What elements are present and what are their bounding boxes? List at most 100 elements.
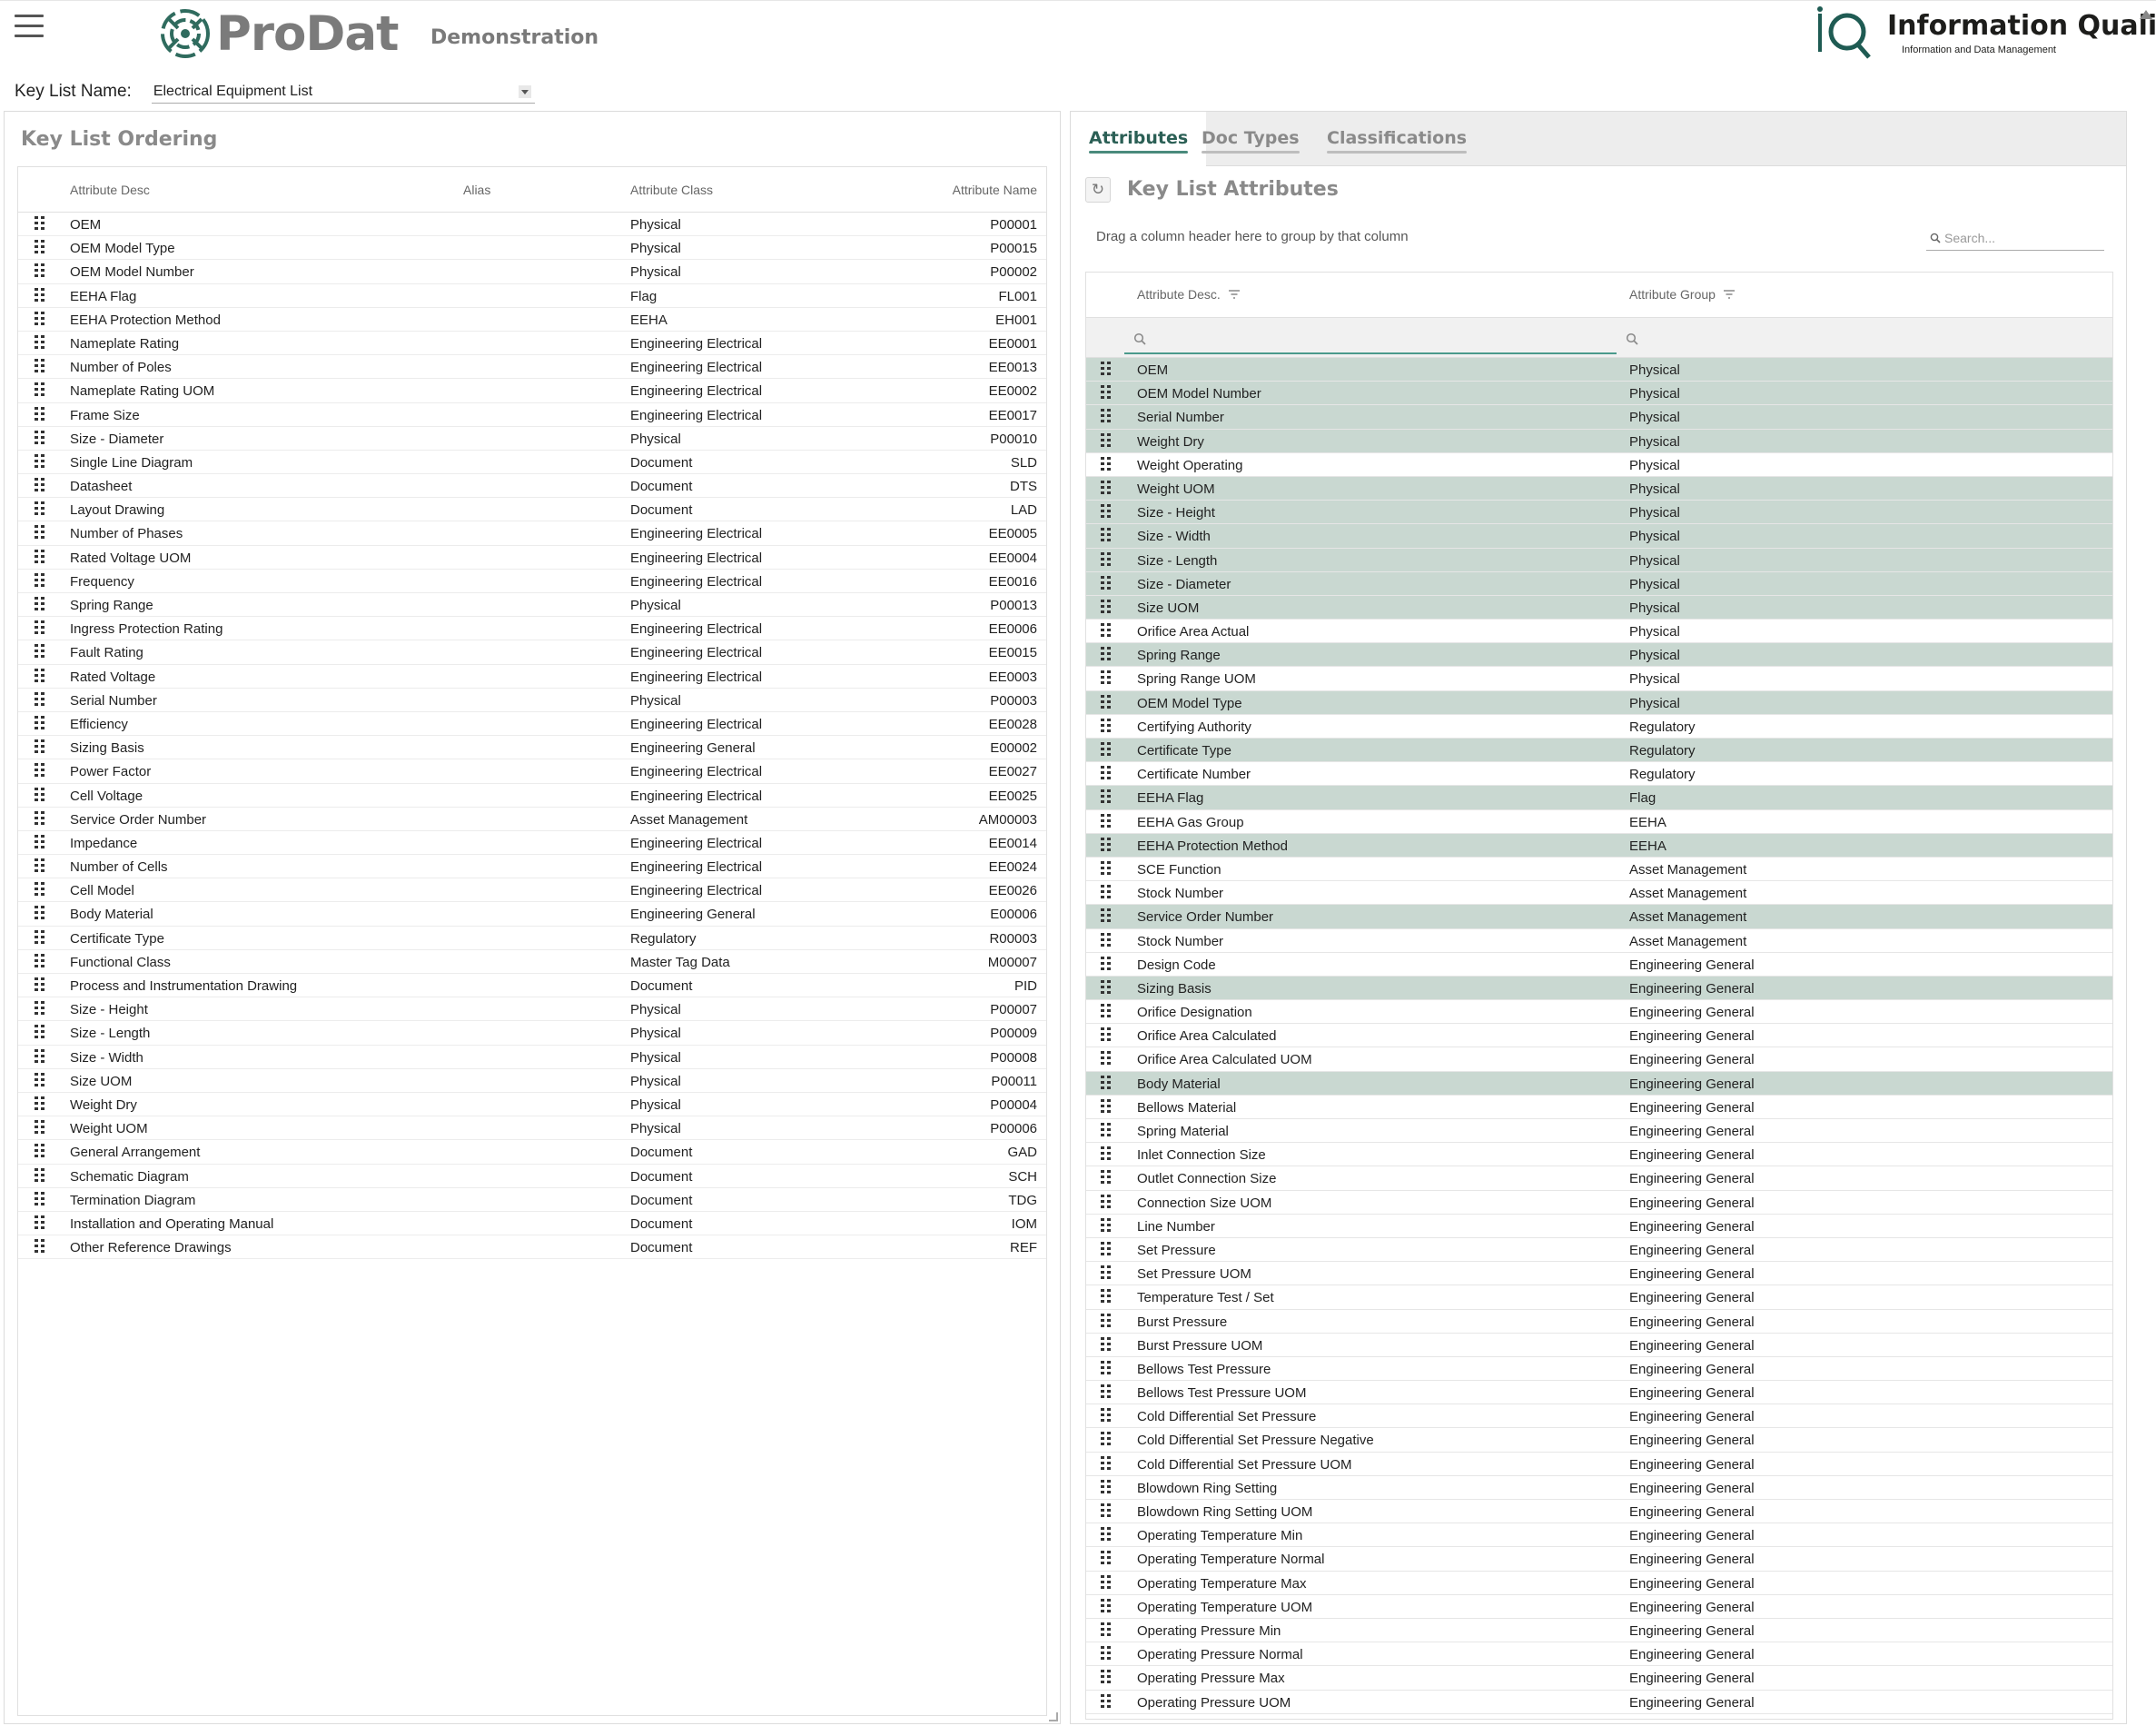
table-row[interactable]: Service Order Number Asset Management	[1086, 905, 2112, 929]
drag-handle-icon[interactable]	[35, 406, 45, 422]
drag-handle-icon[interactable]	[1101, 1265, 1112, 1280]
table-row[interactable]: Weight UOM Physical P00006	[18, 1116, 1046, 1141]
table-row[interactable]: EEHA Flag Flag FL001	[18, 284, 1046, 308]
drag-handle-icon[interactable]	[1101, 432, 1112, 448]
drag-handle-icon[interactable]	[35, 263, 45, 278]
table-row[interactable]: OEM Physical	[1086, 358, 2112, 382]
drag-handle-icon[interactable]	[1101, 551, 1112, 567]
table-row[interactable]: Spring Range UOM Physical	[1086, 667, 2112, 691]
attribute-group-filter-input[interactable]	[1617, 323, 2107, 354]
table-row[interactable]: Certificate Type Regulatory R00003	[18, 927, 1046, 950]
table-row[interactable]: OEM Model Type Physical	[1086, 690, 2112, 715]
drag-handle-icon[interactable]	[1101, 860, 1112, 876]
drag-handle-icon[interactable]	[35, 691, 45, 707]
table-row[interactable]: Design Code Engineering General	[1086, 953, 2112, 977]
table-row[interactable]: Operating Temperature Max Engineering Gen…	[1086, 1572, 2112, 1595]
drag-handle-icon[interactable]	[1101, 1598, 1112, 1613]
drag-handle-icon[interactable]	[35, 1048, 45, 1064]
table-row[interactable]: Operating Pressure Min Engineering Genera…	[1086, 1619, 2112, 1643]
drag-handle-icon[interactable]	[35, 882, 45, 897]
drag-handle-icon[interactable]	[35, 311, 45, 326]
table-row[interactable]: Connection Size UOM Engineering General	[1086, 1191, 2112, 1215]
drag-handle-icon[interactable]	[35, 1001, 45, 1016]
drag-handle-icon[interactable]	[1101, 1408, 1112, 1423]
column-header-attribute-group[interactable]: Attribute Group	[1629, 287, 1736, 302]
table-row[interactable]: Process and Instrumentation Drawing Docum…	[18, 974, 1046, 998]
table-row[interactable]: Power Factor Engineering Electrical EE0027	[18, 759, 1046, 784]
table-row[interactable]: Nameplate Rating UOM Engineering Electric…	[18, 379, 1046, 403]
tab-doc-types[interactable]: Doc Types	[1183, 112, 1318, 166]
drag-handle-icon[interactable]	[35, 216, 45, 231]
drag-handle-icon[interactable]	[1101, 385, 1112, 400]
drag-handle-icon[interactable]	[1101, 694, 1112, 709]
table-row[interactable]: Rated Voltage UOM Engineering Electrical E…	[18, 546, 1046, 570]
drag-handle-icon[interactable]	[35, 572, 45, 588]
table-row[interactable]: Orifice Area Calculated UOM Engineering G…	[1086, 1047, 2112, 1072]
drag-handle-icon[interactable]	[1101, 932, 1112, 947]
drag-handle-icon[interactable]	[1101, 813, 1112, 828]
table-row[interactable]: Temperature Test / Set Engineering Genera…	[1086, 1285, 2112, 1310]
drag-handle-icon[interactable]	[1101, 1075, 1112, 1090]
table-row[interactable]: Size - Diameter Physical P00010	[18, 427, 1046, 451]
table-row[interactable]: Size - Height Physical	[1086, 501, 2112, 525]
table-row[interactable]: Spring Material Engineering General	[1086, 1119, 2112, 1144]
drag-handle-icon[interactable]	[1101, 528, 1112, 542]
drag-handle-icon[interactable]	[1101, 623, 1112, 638]
table-row[interactable]: Weight UOM Physical	[1086, 476, 2112, 501]
table-row[interactable]: Size - Diameter Physical	[1086, 571, 2112, 596]
table-row[interactable]: Set Pressure Engineering General	[1086, 1238, 2112, 1263]
table-row[interactable]: Operating Pressure Normal Engineering Gen…	[1086, 1642, 2112, 1667]
drag-handle-icon[interactable]	[1101, 1432, 1112, 1446]
drag-handle-icon[interactable]	[35, 287, 45, 303]
filter-icon[interactable]	[1228, 289, 1241, 300]
table-row[interactable]: EEHA Protection Method EEHA EH001	[18, 308, 1046, 332]
table-row[interactable]: Sizing Basis Engineering General E00002	[18, 736, 1046, 760]
table-row[interactable]: Operating Temperature Normal Engineering …	[1086, 1547, 2112, 1572]
table-row[interactable]: Weight Dry Physical	[1086, 429, 2112, 453]
drag-handle-icon[interactable]	[1101, 1336, 1112, 1352]
table-row[interactable]: Line Number Engineering General	[1086, 1215, 2112, 1238]
prodat-logo[interactable]: ProDat	[158, 5, 399, 63]
table-row[interactable]: EEHA Gas Group EEHA	[1086, 810, 2112, 834]
drag-handle-icon[interactable]	[35, 715, 45, 730]
drag-handle-icon[interactable]	[35, 1120, 45, 1135]
table-row[interactable]: Set Pressure UOM Engineering General	[1086, 1262, 2112, 1286]
table-row[interactable]: Rated Voltage Engineering Electrical EE000…	[18, 665, 1046, 689]
drag-handle-icon[interactable]	[1101, 979, 1112, 995]
drag-handle-icon[interactable]	[1101, 742, 1112, 757]
column-header-alias[interactable]: Alias	[463, 183, 490, 197]
table-row[interactable]: Schematic Diagram Document SCH	[18, 1165, 1046, 1188]
table-row[interactable]: Frame Size Engineering Electrical EE0017	[18, 403, 1046, 427]
drag-handle-icon[interactable]	[1101, 885, 1112, 899]
table-row[interactable]: Operating Temperature UOM Engineering Gen…	[1086, 1595, 2112, 1619]
drag-handle-icon[interactable]	[1101, 956, 1112, 971]
drag-handle-icon[interactable]	[1101, 1670, 1112, 1684]
table-row[interactable]: Size - Length Physical	[1086, 548, 2112, 572]
table-row[interactable]: Number of Phases Engineering Electrical EE…	[18, 521, 1046, 546]
table-row[interactable]: Ingress Protection Rating Engineering Ele…	[18, 617, 1046, 641]
drag-handle-icon[interactable]	[1101, 1004, 1112, 1018]
drag-handle-icon[interactable]	[35, 501, 45, 516]
table-row[interactable]: General Arrangement Document GAD	[18, 1140, 1046, 1165]
table-row[interactable]: Size - Width Physical	[1086, 524, 2112, 549]
drag-handle-icon[interactable]	[1101, 670, 1112, 685]
table-row[interactable]: Impedance Engineering Electrical EE0014	[18, 831, 1046, 856]
drag-handle-icon[interactable]	[35, 1215, 45, 1230]
table-row[interactable]: Cell Voltage Engineering Electrical EE0025	[18, 784, 1046, 808]
drag-handle-icon[interactable]	[35, 359, 45, 373]
drag-handle-icon[interactable]	[35, 525, 45, 540]
table-row[interactable]: Stock Number Asset Management	[1086, 881, 2112, 906]
table-row[interactable]: Size - Height Physical P00007	[18, 997, 1046, 1022]
drag-handle-icon[interactable]	[35, 453, 45, 469]
drag-handle-icon[interactable]	[35, 478, 45, 492]
drag-handle-icon[interactable]	[35, 1191, 45, 1206]
table-row[interactable]: Termination Diagram Document TDG	[18, 1188, 1046, 1212]
table-row[interactable]: Nameplate Rating Engineering Electrical EE…	[18, 332, 1046, 356]
table-row[interactable]: Cold Differential Set Pressure Negative E…	[1086, 1428, 2112, 1453]
table-row[interactable]: Blowdown Ring Setting UOM Engineering Gen…	[1086, 1500, 2112, 1524]
table-row[interactable]: Cold Differential Set Pressure Engineerin…	[1086, 1404, 2112, 1429]
column-header-attribute-desc[interactable]: Attribute Desc.	[1137, 287, 1241, 302]
drag-handle-icon[interactable]	[35, 549, 45, 564]
drag-handle-icon[interactable]	[35, 953, 45, 968]
column-header-attribute-name[interactable]: Attribute Name	[953, 183, 1037, 197]
